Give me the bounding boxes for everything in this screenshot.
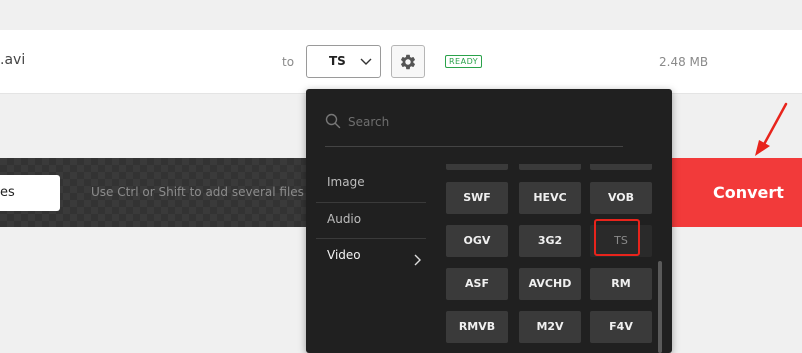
file-row: .avi to TS READY 2.48 MB — [0, 30, 802, 94]
format-search — [325, 103, 623, 147]
dropdown-scrollbar[interactable] — [658, 261, 662, 353]
red-arrow-icon — [755, 102, 788, 156]
chevron-down-icon — [359, 53, 373, 72]
format-button-partial — [446, 164, 508, 170]
to-label: to — [282, 55, 295, 69]
multi-select-hint: Use Ctrl or Shift to add several files a — [91, 185, 316, 199]
format-label: RM — [611, 277, 631, 290]
format-label: RMVB — [458, 320, 496, 333]
target-format-value: TS — [329, 54, 346, 68]
format-label: 3G2 — [537, 234, 563, 247]
format-m2v[interactable]: M2V — [519, 311, 581, 343]
gear-icon — [400, 54, 416, 70]
format-label: F4V — [609, 320, 633, 333]
search-icon — [325, 113, 341, 129]
category-label: Image — [327, 175, 365, 189]
file-size: 2.48 MB — [659, 55, 709, 69]
chevron-right-icon — [412, 251, 422, 270]
format-f4v[interactable]: F4V — [590, 311, 652, 343]
target-format-select[interactable]: TS — [306, 45, 381, 78]
format-button-partial — [590, 164, 652, 170]
format-search-input[interactable] — [348, 112, 598, 132]
format-label: ASF — [465, 277, 489, 290]
format-ogv[interactable]: OGV — [446, 225, 508, 257]
status-badge: READY — [445, 55, 483, 68]
add-files-button[interactable]: es — [0, 175, 60, 211]
category-audio[interactable]: Audio — [316, 202, 426, 238]
format-asf[interactable]: ASF — [446, 268, 508, 300]
convert-button[interactable]: Convert — [672, 158, 802, 227]
format-label: HEVC — [533, 191, 567, 204]
format-swf[interactable]: SWF — [446, 182, 508, 214]
format-hevc[interactable]: HEVC — [519, 182, 581, 214]
format-avchd[interactable]: AVCHD — [519, 268, 581, 300]
format-rm[interactable]: RM — [590, 268, 652, 300]
file-name: .avi — [0, 52, 26, 68]
format-button-partial — [519, 164, 581, 170]
format-label: M2V — [536, 320, 564, 333]
format-dropdown: Image Audio Video SWF HEVC VOB OGV 3G2 T… — [306, 89, 672, 353]
convert-label: Convert — [713, 183, 784, 202]
format-label: OGV — [463, 234, 491, 247]
category-video[interactable]: Video — [316, 238, 426, 274]
add-files-label: es — [0, 185, 15, 200]
top-strip — [0, 0, 802, 30]
format-label: VOB — [607, 191, 635, 204]
settings-button[interactable] — [391, 45, 425, 78]
format-vob[interactable]: VOB — [590, 182, 652, 214]
format-3g2[interactable]: 3G2 — [519, 225, 581, 257]
format-rmvb[interactable]: RMVB — [446, 311, 508, 343]
format-label: SWF — [463, 191, 491, 204]
format-label: AVCHD — [528, 277, 572, 290]
category-label: Audio — [327, 212, 362, 226]
annotation-highlight-box — [594, 219, 640, 256]
category-label: Video — [327, 248, 361, 262]
category-image[interactable]: Image — [316, 166, 426, 202]
